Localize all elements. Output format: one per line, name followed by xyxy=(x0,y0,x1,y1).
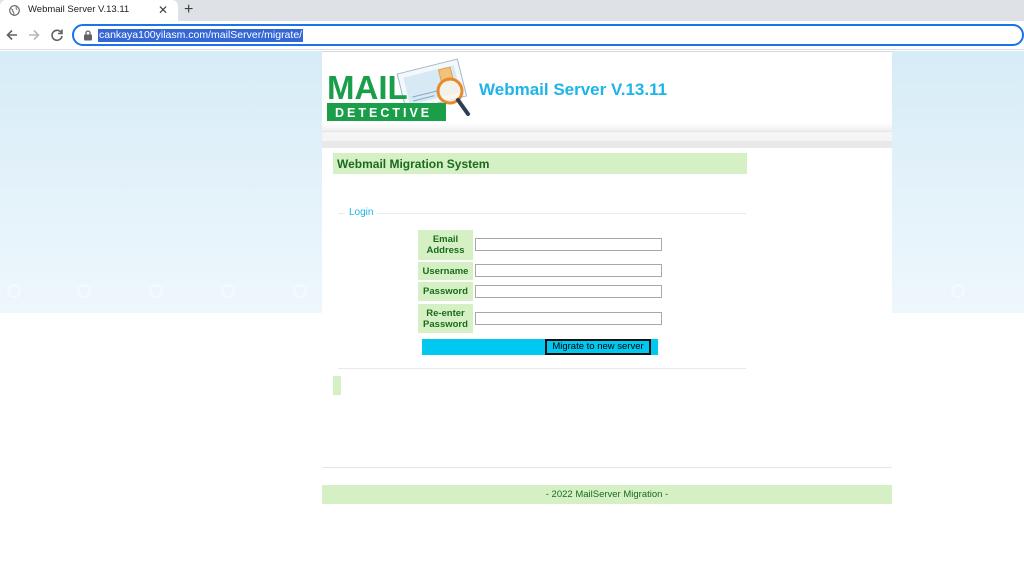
browser-tab-bar: Webmail Server V.13.11 ✕ + xyxy=(0,0,1024,21)
main-container: MAIL DETECTIVE Webmail Server V.13.11 We… xyxy=(322,51,892,504)
message-area xyxy=(333,376,341,395)
site-header: MAIL DETECTIVE Webmail Server V.13.11 xyxy=(322,51,892,123)
fieldset-border xyxy=(338,213,746,214)
header-shadow xyxy=(322,141,892,148)
forward-icon[interactable] xyxy=(26,27,42,43)
login-legend: Login xyxy=(345,207,378,218)
reenter-password-field[interactable] xyxy=(475,312,662,325)
globe-icon xyxy=(9,5,20,16)
back-icon[interactable] xyxy=(4,27,20,43)
fieldset-bottom-border xyxy=(338,368,746,369)
site-footer: - 2022 MailServer Migration - xyxy=(322,485,892,504)
reload-icon[interactable] xyxy=(49,27,65,43)
content-panel: Webmail Migration System Login Email Add… xyxy=(322,148,759,395)
username-label: Username xyxy=(418,262,473,280)
logo-text-mail: MAIL xyxy=(327,69,408,106)
close-icon[interactable]: ✕ xyxy=(158,3,168,17)
lock-icon[interactable] xyxy=(83,30,93,41)
username-field[interactable] xyxy=(475,264,662,277)
page-title-bar: Webmail Migration System xyxy=(333,153,747,174)
browser-toolbar: cankaya100yilasm.com/mailServer/migrate/ xyxy=(0,21,1024,50)
plus-icon[interactable]: + xyxy=(184,1,193,19)
nav-strip xyxy=(322,131,892,141)
address-bar[interactable]: cankaya100yilasm.com/mailServer/migrate/ xyxy=(72,24,1024,46)
migrate-button[interactable]: Migrate to new server xyxy=(545,339,651,355)
password-field[interactable] xyxy=(475,285,662,298)
header-divider xyxy=(322,123,892,131)
tab-title: Webmail Server V.13.11 xyxy=(28,4,130,15)
email-label: Email Address xyxy=(418,230,473,260)
site-title: Webmail Server V.13.11 xyxy=(479,80,668,99)
reenter-password-label: Re-enter Password xyxy=(418,304,473,333)
footer-text: - 2022 MailServer Migration - xyxy=(545,489,669,500)
url-text[interactable]: cankaya100yilasm.com/mailServer/migrate/ xyxy=(98,29,304,42)
password-label: Password xyxy=(418,282,473,301)
mail-detective-logo: MAIL DETECTIVE xyxy=(327,58,470,121)
logo-text-detective: DETECTIVE xyxy=(335,106,432,120)
email-field[interactable] xyxy=(475,238,662,251)
browser-tab[interactable]: Webmail Server V.13.11 ✕ xyxy=(0,0,178,21)
footer-divider xyxy=(322,467,892,468)
page-title: Webmail Migration System xyxy=(337,157,490,171)
web-page: MAIL DETECTIVE Webmail Server V.13.11 We… xyxy=(0,51,1024,579)
